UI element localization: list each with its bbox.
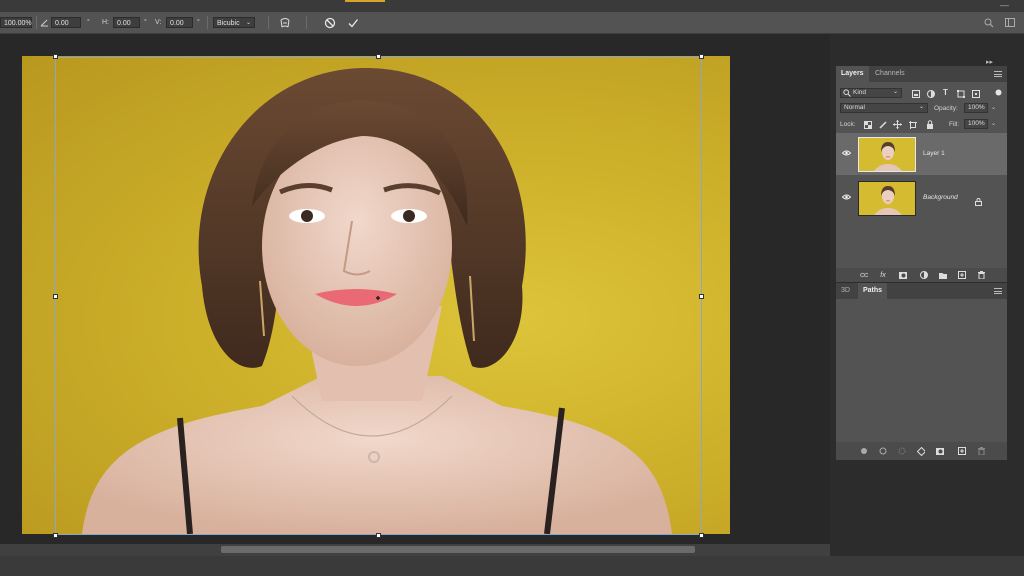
layer-thumbnail <box>858 181 916 216</box>
angle-icon <box>40 15 49 30</box>
search-icon[interactable] <box>983 15 995 30</box>
opacity-field[interactable]: 100% <box>964 103 988 113</box>
layer-row-layer-1[interactable]: Layer 1 <box>836 133 1007 175</box>
fill-field[interactable]: 100% <box>964 119 988 129</box>
delete-path-icon[interactable] <box>977 447 985 455</box>
tab-3d[interactable]: 3D <box>836 283 855 299</box>
degree-symbol: ° <box>87 19 90 26</box>
options-bar: 100.00% 0.00 ° H: 0.00 ° V: 0.00 ° Bicub… <box>0 12 1024 34</box>
paths-panel-tabbar: 3D Paths <box>836 283 1007 299</box>
layers-panel-footer: fx <box>836 268 1007 282</box>
panel-menu-icon[interactable] <box>994 288 1002 294</box>
transform-handle-top-left[interactable] <box>53 54 58 59</box>
type-layer-filter-icon[interactable]: T <box>941 88 950 97</box>
scale-width-field[interactable]: 100.00% <box>0 17 32 28</box>
layer-filter-select[interactable]: Kind ⌄ <box>840 88 902 98</box>
transform-handle-top-right[interactable] <box>699 54 704 59</box>
transform-handle-bottom-left[interactable] <box>53 533 58 538</box>
panel-menu-icon[interactable] <box>994 71 1002 77</box>
chevron-down-icon[interactable]: ⌄ <box>991 120 996 127</box>
interpolation-select[interactable]: Bicubic ⌄ <box>213 17 255 28</box>
tab-layers[interactable]: Layers <box>836 66 869 82</box>
horizontal-scrollbar[interactable] <box>0 544 830 556</box>
separator <box>268 16 269 29</box>
transform-handle-right[interactable] <box>699 294 704 299</box>
lock-position-icon[interactable] <box>893 120 902 129</box>
adjustment-layer-filter-icon[interactable] <box>926 89 935 98</box>
opacity-label: Opacity: <box>934 105 958 112</box>
fill-label: Fill: <box>949 121 960 128</box>
layer-name[interactable]: Layer 1 <box>923 150 945 157</box>
warp-mode-icon[interactable] <box>278 15 292 30</box>
paths-panel: 3D Paths <box>836 283 1007 460</box>
layer-name[interactable]: Background <box>923 194 958 201</box>
blend-mode-select[interactable]: Normal ⌄ <box>840 103 928 113</box>
lock-transparent-pixels-icon[interactable] <box>863 120 872 129</box>
layer-lock-icon <box>975 193 982 211</box>
visibility-eye-icon[interactable] <box>842 150 851 156</box>
v-skew-field[interactable]: 0.00 <box>166 17 193 28</box>
h-skew-label: H: <box>102 19 109 26</box>
degree-symbol: ° <box>144 19 147 26</box>
filter-kind-value: Kind <box>853 89 867 96</box>
lock-label: Lock: <box>840 121 856 128</box>
transform-handle-top[interactable] <box>376 54 381 59</box>
pixel-layer-filter-icon[interactable] <box>911 89 920 98</box>
status-bar <box>0 556 1024 576</box>
active-tab-indicator <box>345 0 385 2</box>
paths-panel-footer <box>836 442 1007 460</box>
visibility-eye-icon[interactable] <box>842 194 851 200</box>
add-mask-icon[interactable] <box>899 271 907 279</box>
shape-layer-filter-icon[interactable] <box>956 89 965 98</box>
blend-mode-value: Normal <box>844 104 865 111</box>
separator <box>36 16 37 29</box>
delete-layer-icon[interactable] <box>977 271 985 279</box>
collapse-panels-icon[interactable]: ▸▸ <box>986 58 993 66</box>
h-skew-field[interactable]: 0.00 <box>113 17 140 28</box>
chevron-down-icon: ⌄ <box>892 89 898 95</box>
link-layers-icon[interactable] <box>860 271 868 279</box>
separator <box>207 16 208 29</box>
degree-symbol: ° <box>197 19 200 26</box>
layer-style-icon[interactable]: fx <box>879 271 887 279</box>
transform-handle-bottom[interactable] <box>376 533 381 538</box>
search-icon <box>843 89 851 100</box>
separator <box>306 16 307 29</box>
lock-all-icon[interactable] <box>925 120 934 129</box>
workspace-icon[interactable] <box>1004 15 1016 30</box>
scrollbar-thumb[interactable] <box>221 546 695 553</box>
stroke-path-icon[interactable] <box>879 447 887 455</box>
commit-transform-icon[interactable] <box>346 15 360 30</box>
chevron-down-icon: ⌄ <box>918 104 924 110</box>
lock-artboard-icon[interactable] <box>908 120 917 129</box>
add-mask-icon[interactable] <box>936 447 944 455</box>
angle-field[interactable]: 0.00 <box>51 17 81 28</box>
chevron-down-icon: ⌄ <box>245 20 251 26</box>
layers-panel-tabbar: Layers Channels <box>836 66 1007 82</box>
fill-path-icon[interactable] <box>860 447 868 455</box>
load-path-as-selection-icon[interactable] <box>898 447 906 455</box>
transform-handle-bottom-right[interactable] <box>699 533 704 538</box>
menu-bar: — <box>0 0 1024 12</box>
make-work-path-icon[interactable] <box>917 446 925 456</box>
chevron-down-icon[interactable]: ⌄ <box>991 104 996 111</box>
layers-panel: Layers Channels Kind ⌄ T Normal ⌄ Opacit… <box>836 66 1007 282</box>
transform-handle-left[interactable] <box>53 294 58 299</box>
cancel-transform-icon[interactable] <box>323 15 337 30</box>
layer-row-background[interactable]: Background <box>836 177 1007 219</box>
filter-toggle-icon[interactable] <box>994 88 1003 97</box>
layer-thumbnail <box>858 137 916 172</box>
interpolation-value: Bicubic <box>217 20 240 27</box>
new-layer-icon[interactable] <box>958 271 966 279</box>
lock-image-pixels-icon[interactable] <box>878 120 887 129</box>
tab-channels[interactable]: Channels <box>870 66 910 82</box>
new-group-icon[interactable] <box>939 271 947 279</box>
new-path-icon[interactable] <box>958 447 966 455</box>
v-skew-label: V: <box>155 19 162 26</box>
tab-paths[interactable]: Paths <box>858 283 888 299</box>
new-adjustment-layer-icon[interactable] <box>920 271 928 279</box>
minimize-icon[interactable]: — <box>1000 0 1009 10</box>
smart-object-filter-icon[interactable] <box>971 89 980 98</box>
free-transform-bounding-box[interactable] <box>55 57 702 535</box>
